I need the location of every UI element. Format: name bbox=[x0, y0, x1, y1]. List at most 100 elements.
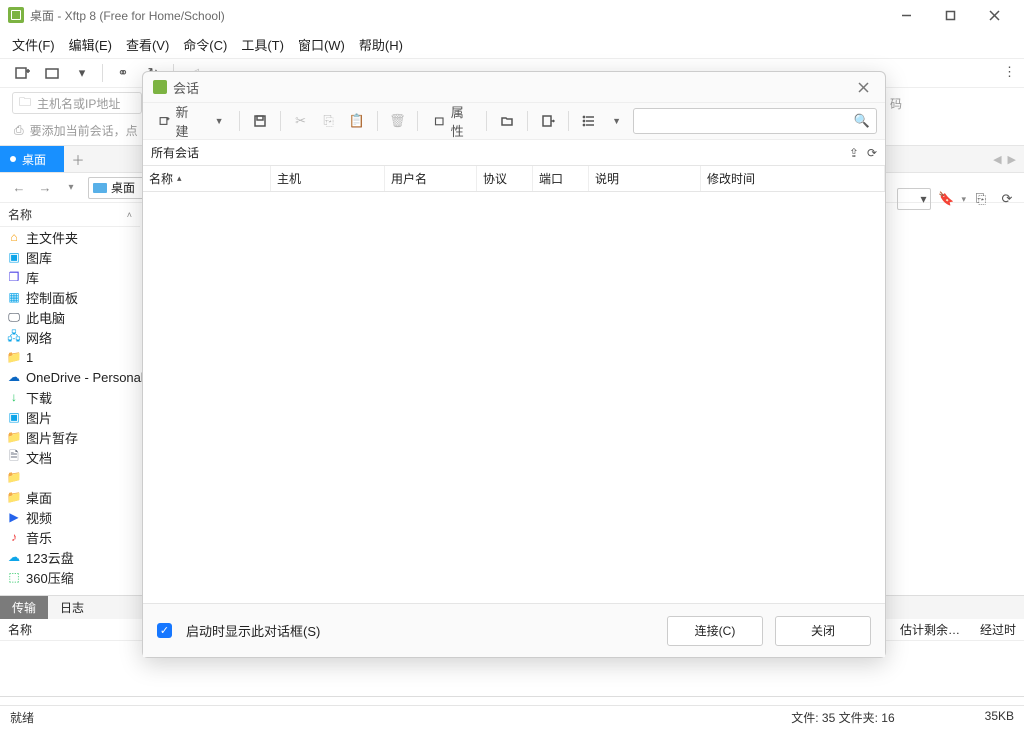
tree-item-label: 图库 bbox=[26, 248, 52, 267]
close-dialog-button[interactable]: 关闭 bbox=[775, 616, 871, 646]
tree-item-label: 控制面板 bbox=[26, 288, 78, 307]
ic-doc-icon: 🗎 bbox=[6, 449, 22, 465]
location-text: 桌面 bbox=[111, 179, 135, 196]
tab-desktop[interactable]: 桌面 bbox=[0, 146, 64, 172]
location-box[interactable]: 桌面 bbox=[88, 177, 148, 199]
overflow-menu-icon[interactable]: ⋮ bbox=[1003, 64, 1016, 80]
status-ready: 就绪 bbox=[10, 709, 34, 726]
col-time[interactable]: 修改时间 bbox=[701, 166, 885, 191]
transfer-col-elapsed: 经过时 bbox=[980, 621, 1016, 638]
col-user[interactable]: 用户名 bbox=[385, 166, 477, 191]
ic-pic-icon: ▣ bbox=[6, 249, 22, 265]
dropdown-icon[interactable]: ▾ bbox=[70, 61, 94, 85]
close-button[interactable] bbox=[972, 0, 1016, 30]
tree-item-label: 主文件夹 bbox=[26, 228, 78, 247]
tree-header: 名称 ˄ bbox=[0, 203, 140, 227]
maximize-button[interactable] bbox=[928, 0, 972, 30]
ic-vid-icon: ▶ bbox=[6, 509, 22, 525]
minimize-button[interactable] bbox=[884, 0, 928, 30]
menu-help[interactable]: 帮助(H) bbox=[359, 35, 403, 54]
right-nav-icons: ▾ 🔖 ▾ ⎘ ⟳ bbox=[897, 188, 1018, 210]
col-host[interactable]: 主机 bbox=[271, 166, 385, 191]
tree-item-label: 1 bbox=[26, 350, 33, 365]
session-list[interactable] bbox=[143, 192, 885, 603]
search-input[interactable] bbox=[640, 114, 854, 128]
dialog-toolbar: 新建 ▼ ✂ ⎘ 📋 🗑 属性 ▼ 🔍 bbox=[143, 102, 885, 140]
menu-window[interactable]: 窗口(W) bbox=[298, 35, 345, 54]
chevron-up-icon[interactable]: ˄ bbox=[127, 210, 132, 220]
tree-item-label: 库 bbox=[26, 268, 39, 287]
new-window-icon[interactable]: ⎘ bbox=[970, 188, 992, 210]
export-icon[interactable] bbox=[536, 109, 560, 133]
properties-button[interactable]: 属性 bbox=[426, 109, 478, 133]
title-bar: 桌面 - Xftp 8 (Free for Home/School) bbox=[0, 0, 1024, 30]
tree-item-label: 网络 bbox=[26, 328, 52, 347]
nav-back-button[interactable]: ← bbox=[8, 177, 30, 199]
list-view-dropdown[interactable]: ▼ bbox=[605, 109, 629, 133]
password-hint-fragment: 码 bbox=[890, 95, 902, 112]
menu-cmd[interactable]: 命令(C) bbox=[183, 35, 227, 54]
dialog-breadcrumb: 所有会话 ⇪ ⟳ bbox=[143, 140, 885, 166]
tree-item-label: 桌面 bbox=[26, 488, 52, 507]
tab-label: 桌面 bbox=[22, 151, 46, 168]
new-folder-icon[interactable] bbox=[495, 109, 519, 133]
cut-icon: ✂ bbox=[289, 109, 313, 133]
tree-item-label: 下载 bbox=[26, 388, 52, 407]
ic-mus-icon: ♪ bbox=[6, 529, 22, 545]
tab-scroll-left-icon[interactable]: ◀ bbox=[993, 153, 1001, 166]
menu-file[interactable]: 文件(F) bbox=[12, 35, 55, 54]
tree-item-label: 视频 bbox=[26, 508, 52, 527]
menu-view[interactable]: 查看(V) bbox=[126, 35, 169, 54]
menu-edit[interactable]: 编辑(E) bbox=[69, 35, 112, 54]
new-button[interactable]: 新建 bbox=[151, 109, 203, 133]
dialog-footer: ✓ 启动时显示此对话框(S) 连接(C) 关闭 bbox=[143, 603, 885, 657]
list-view-icon[interactable] bbox=[577, 109, 601, 133]
up-folder-icon[interactable]: ⇪ bbox=[849, 146, 859, 160]
connect-button[interactable]: 连接(C) bbox=[667, 616, 763, 646]
col-desc[interactable]: 说明 bbox=[589, 166, 701, 191]
transfer-col-est: 估计剩余… bbox=[900, 621, 960, 638]
ic-pic-icon: ▣ bbox=[6, 409, 22, 425]
tree-item-label: 360压缩 bbox=[26, 568, 74, 587]
bookmark-icon[interactable]: 🔖 bbox=[935, 188, 957, 210]
col-proto[interactable]: 协议 bbox=[477, 166, 533, 191]
breadcrumb-text[interactable]: 所有会话 bbox=[151, 144, 199, 161]
new-dropdown[interactable]: ▼ bbox=[207, 109, 231, 133]
new-session-icon[interactable] bbox=[10, 61, 34, 85]
open-icon[interactable] bbox=[40, 61, 64, 85]
right-location-dropdown[interactable]: ▾ bbox=[897, 188, 931, 210]
search-icon[interactable]: 🔍 bbox=[854, 113, 870, 129]
save-icon[interactable] bbox=[248, 109, 272, 133]
col-port[interactable]: 端口 bbox=[533, 166, 589, 191]
nav-fwd-button[interactable]: → bbox=[34, 177, 56, 199]
ic-folder-icon: 📁 bbox=[6, 349, 22, 365]
ic-folder-icon: 📁 bbox=[6, 489, 22, 505]
ic-yun-icon: ☁ bbox=[6, 549, 22, 565]
tree-header-label: 名称 bbox=[8, 206, 32, 223]
show-on-start-checkbox[interactable]: ✓ bbox=[157, 623, 172, 638]
folder-outline-icon: 🗀 bbox=[19, 93, 31, 114]
new-button-label: 新建 bbox=[176, 102, 196, 140]
tree-item-label: 123云盘 bbox=[26, 548, 74, 567]
tab-log[interactable]: 日志 bbox=[48, 596, 96, 619]
link-icon[interactable]: ⚭ bbox=[111, 61, 135, 85]
properties-label: 属性 bbox=[451, 102, 471, 140]
menu-tool[interactable]: 工具(T) bbox=[241, 35, 284, 54]
tab-add-button[interactable]: ＋ bbox=[64, 146, 92, 172]
ic-lib-icon: ❒ bbox=[6, 269, 22, 285]
folder-icon bbox=[93, 183, 107, 193]
dialog-titlebar: 会话 bbox=[143, 72, 885, 102]
refresh-icon[interactable]: ⟳ bbox=[996, 188, 1018, 210]
col-name[interactable]: 名称▴ bbox=[143, 166, 271, 191]
host-input[interactable]: 🗀 主机名或IP地址 bbox=[12, 92, 142, 114]
refresh-sessions-icon[interactable]: ⟳ bbox=[867, 146, 877, 160]
tab-scroll-right-icon[interactable]: ▶ bbox=[1008, 153, 1016, 166]
nav-history-dropdown[interactable]: ▾ bbox=[60, 177, 82, 199]
search-box[interactable]: 🔍 bbox=[633, 108, 877, 134]
dialog-close-button[interactable] bbox=[851, 75, 875, 99]
status-filecount: 文件: 35 文件夹: 16 bbox=[791, 709, 894, 726]
ic-net-icon: 🖧 bbox=[6, 329, 22, 345]
tab-transfer[interactable]: 传输 bbox=[0, 596, 48, 619]
ic-zip-icon: ⬚ bbox=[6, 569, 22, 585]
dialog-title: 会话 bbox=[173, 78, 199, 97]
